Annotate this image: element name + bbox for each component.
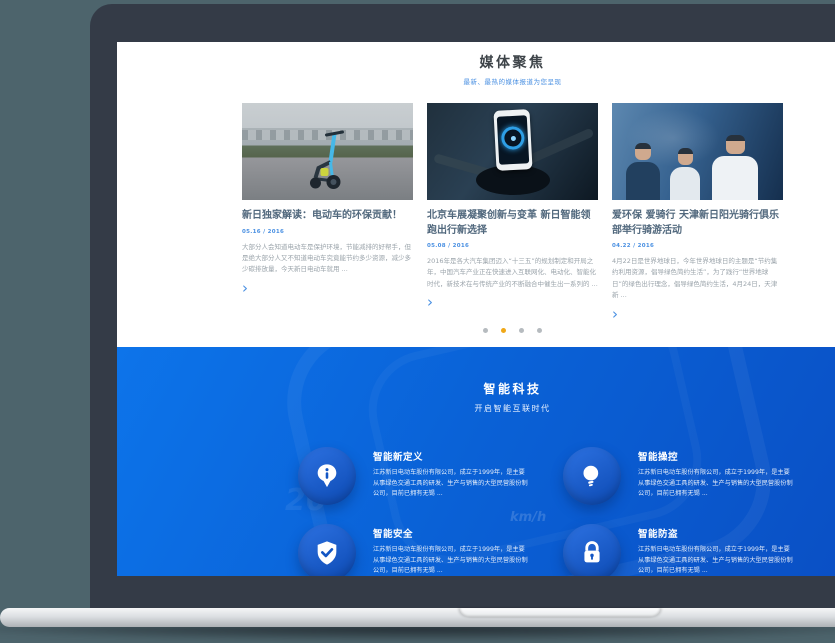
smartphone-illustration (493, 109, 532, 171)
feature-title: 智能安全 (373, 526, 529, 540)
person-silhouette (626, 143, 660, 200)
media-section-title: 媒体聚焦 (117, 42, 835, 72)
feature-title: 智能新定义 (373, 449, 529, 463)
feature-body: 江苏新日电动车股份有限公司，成立于1999年，是主要从事绿色交通工具的研发、生产… (373, 545, 529, 576)
laptop-base-notch (460, 608, 660, 617)
info-pin-icon (298, 447, 356, 505)
news-card-title[interactable]: 爱环保 爱骑行 天津新日阳光骑行俱乐部举行骑游活动 (612, 209, 783, 238)
media-section-subtitle: 最新、最热的媒体报道为您呈现 (117, 76, 835, 86)
news-card-excerpt: 2016年是各大汽车集团迈入“十三五”的规划制定和开局之年，中国汽车产业正在快速… (427, 256, 598, 290)
news-card-date: 05.08 / 2016 (427, 243, 598, 249)
laptop-screen: 媒体聚焦 最新、最热的媒体报道为您呈现 (117, 42, 835, 576)
person-silhouette (670, 148, 700, 200)
read-more-arrow-icon[interactable]: › (427, 295, 433, 310)
news-card-excerpt: 4月22日是世界地球日，今年世界地球日的主题是“节约集约利用资源，倡导绿色简约生… (612, 256, 783, 302)
carousel-dot[interactable] (537, 328, 542, 333)
news-card-title[interactable]: 新日独家解读：电动车的环保贡献！ (242, 209, 413, 224)
feature-body: 江苏新日电动车股份有限公司，成立于1999年，是主要从事绿色交通工具的研发、生产… (638, 468, 794, 500)
lightbulb-icon (563, 447, 621, 505)
carousel-dots (117, 318, 835, 337)
feature-title: 智能防盗 (638, 526, 794, 540)
feature-body: 江苏新日电动车股份有限公司，成立于1999年，是主要从事绿色交通工具的研发、生产… (373, 468, 529, 500)
news-card-list: 新日独家解读：电动车的环保贡献！ 05.16 / 2016 大部分人会知道电动车… (242, 103, 783, 323)
smartphone-screen (496, 115, 528, 165)
scooter-illustration (304, 128, 360, 190)
news-card[interactable]: 新日独家解读：电动车的环保贡献！ 05.16 / 2016 大部分人会知道电动车… (242, 103, 413, 323)
laptop-base (0, 608, 835, 627)
shield-check-icon (298, 524, 356, 576)
news-card-date: 05.16 / 2016 (242, 229, 413, 235)
padlock-icon (563, 524, 621, 576)
laptop-frame: 媒体聚焦 最新、最热的媒体报道为您呈现 (90, 4, 835, 608)
smart-tech-section: 20 km/h 智能科技 开启智能互联时代 (117, 347, 835, 576)
feature-smart-safety: 智能安全 江苏新日电动车股份有限公司，成立于1999年，是主要从事绿色交通工具的… (298, 524, 563, 576)
carousel-dot[interactable] (501, 328, 506, 333)
person-silhouette (712, 135, 758, 200)
news-card-title[interactable]: 北京车展凝聚创新与变革 新日智能领跑出行新选择 (427, 209, 598, 238)
news-card-image-scooter (242, 103, 413, 200)
feature-grid: 智能新定义 江苏新日电动车股份有限公司，成立于1999年，是主要从事绿色交通工具… (298, 447, 813, 576)
carousel-dot[interactable] (519, 328, 524, 333)
news-card-date: 04.22 / 2016 (612, 243, 783, 249)
news-card[interactable]: 爱环保 爱骑行 天津新日阳光骑行俱乐部举行骑游活动 04.22 / 2016 4… (612, 103, 783, 323)
speed-gauge-icon (500, 126, 524, 150)
feature-smart-control: 智能操控 江苏新日电动车股份有限公司，成立于1999年，是主要从事绿色交通工具的… (563, 447, 813, 505)
news-card-excerpt: 大部分人会知道电动车是保护环境，节能减排的好帮手，但是绝大部分人又不知道电动车究… (242, 242, 413, 276)
feature-body: 江苏新日电动车股份有限公司，成立于1999年，是主要从事绿色交通工具的研发、生产… (638, 545, 794, 576)
news-card[interactable]: 北京车展凝聚创新与变革 新日智能领跑出行新选择 05.08 / 2016 201… (427, 103, 598, 323)
read-more-arrow-icon[interactable]: › (242, 281, 248, 296)
feature-title: 智能操控 (638, 449, 794, 463)
feature-smart-antitheft: 智能防盗 江苏新日电动车股份有限公司，成立于1999年，是主要从事绿色交通工具的… (563, 524, 813, 576)
laptop-shadow (0, 625, 835, 641)
media-section: 媒体聚焦 最新、最热的媒体报道为您呈现 (117, 42, 835, 347)
news-card-image-phone (427, 103, 598, 200)
news-card-image-group-photo (612, 103, 783, 200)
feature-smart-definition: 智能新定义 江苏新日电动车股份有限公司，成立于1999年，是主要从事绿色交通工具… (298, 447, 563, 505)
page-background: 媒体聚焦 最新、最热的媒体报道为您呈现 (0, 0, 835, 643)
carousel-dot[interactable] (483, 328, 488, 333)
